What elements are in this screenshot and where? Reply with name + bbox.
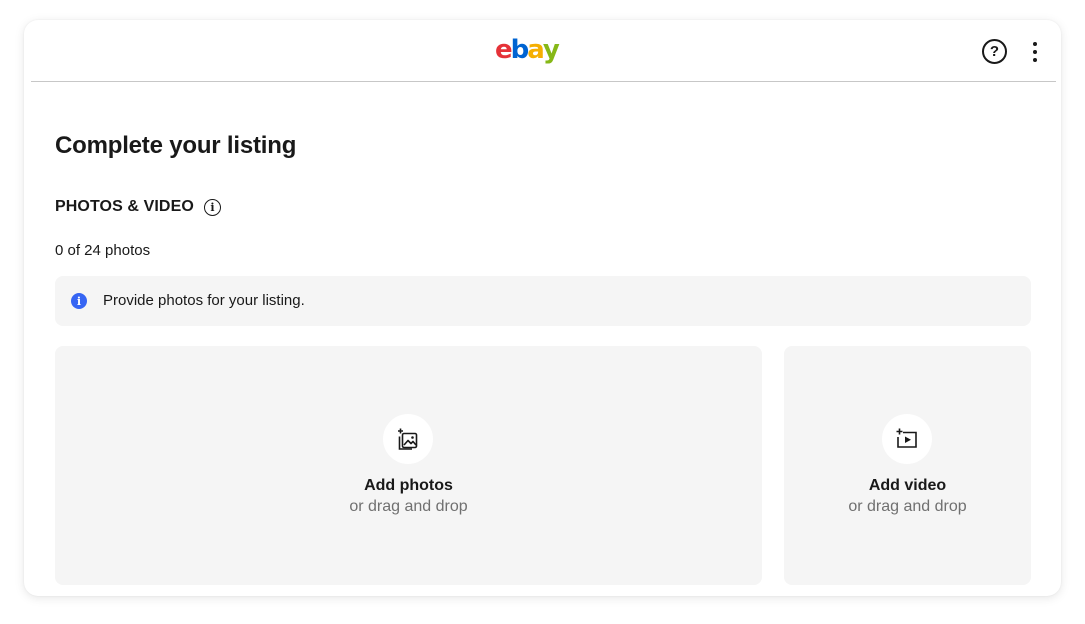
more-options-icon[interactable] [1024,38,1046,66]
logo-letter-a: a [527,35,544,65]
more-dot [1033,50,1037,54]
notice-text: Provide photos for your listing. [103,292,305,309]
add-photos-label: Add photos [364,477,453,494]
listing-card: ebay ? Complete your listing PHOTOS & VI… [24,20,1061,596]
logo-letter-e: e [495,35,513,65]
info-filled-icon: i [71,293,87,309]
more-dot [1033,58,1037,62]
add-photos-sublabel: or drag and drop [349,498,468,515]
ebay-logo[interactable]: ebay [495,33,560,67]
header-divider [31,81,1056,82]
more-dot [1033,42,1037,46]
add-video-label: Add video [868,477,947,494]
add-photo-icon-button[interactable] [383,414,433,464]
add-video-icon [896,428,917,448]
photos-section-title: PHOTOS & VIDEO [55,198,194,215]
add-photo-icon [398,428,418,450]
info-outline-icon[interactable]: i [203,198,221,216]
info-notice: i Provide photos for your listing. [55,276,1031,326]
header: ebay ? [24,20,1061,82]
logo-letter-b: b [510,35,530,65]
help-icon[interactable]: ? [982,39,1007,64]
add-video-sublabel: or drag and drop [848,498,967,515]
add-photos-dropzone[interactable]: Add photos or drag and drop [55,346,762,585]
page-title: Complete your listing [55,132,297,159]
logo-letter-y: y [542,35,560,65]
photos-section-heading: PHOTOS & VIDEO i [55,196,221,218]
photo-count: 0 of 24 photos [55,242,151,259]
add-video-dropzone[interactable]: Add video or drag and drop [784,346,1031,585]
add-video-icon-button[interactable] [882,414,932,464]
